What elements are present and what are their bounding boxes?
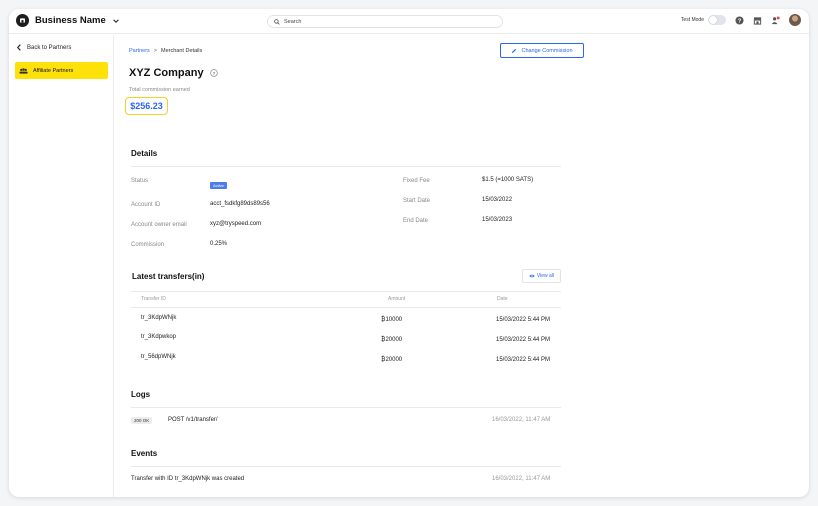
test-mode-toggle[interactable] <box>708 15 726 25</box>
help-icon[interactable]: ? <box>735 15 744 25</box>
business-switcher[interactable]: Business Name <box>16 14 120 27</box>
divider <box>131 166 561 167</box>
main-content: Partners > Merchant Details Change Commi… <box>114 35 809 497</box>
change-commission-button[interactable]: Change Commission <box>500 43 584 58</box>
logs-title: Logs <box>131 390 151 399</box>
amount-cell: ₿20000 <box>381 337 403 343</box>
end-date-label: End Date <box>403 218 429 224</box>
back-label: Back to Partners <box>27 44 72 51</box>
divider <box>131 307 561 308</box>
details-title: Details <box>131 149 158 158</box>
transfers-title: Latest transfers(in) <box>132 272 205 281</box>
column-header-amount: Amount <box>388 296 406 302</box>
status-badge: Active <box>210 182 227 189</box>
status-label: Status <box>131 178 149 184</box>
search-box[interactable] <box>267 15 503 28</box>
sidebar: Back to Partners Affiliate Partners <box>9 35 114 497</box>
account-id-label: Account ID <box>131 202 161 208</box>
top-bar: Business Name Test Mode ? <box>9 9 809 34</box>
event-time: 16/03/2022, 11:47 AM <box>492 476 551 482</box>
company-name: XYZ Company <box>129 67 204 79</box>
transfer-id-cell[interactable]: tr_3Kdpwkop <box>141 334 176 340</box>
amount-cell: ₿20000 <box>381 357 403 363</box>
help-circle-icon[interactable]: ? <box>209 69 218 77</box>
users-notification-icon[interactable] <box>771 16 780 25</box>
divider <box>131 466 561 467</box>
account-email-label: Account owner email <box>131 222 187 228</box>
date-cell: 15/03/2022 5:44 PM <box>496 317 551 323</box>
user-avatar[interactable] <box>789 14 801 26</box>
divider <box>131 407 561 408</box>
total-commission-label: Total commission earned <box>129 87 190 93</box>
group-icon <box>19 67 28 74</box>
store-icon[interactable] <box>753 16 762 25</box>
view-all-button[interactable]: View all <box>522 269 561 283</box>
business-logo-icon <box>16 14 29 27</box>
end-date-value: 15/03/2023 <box>482 217 513 223</box>
event-text[interactable]: Transfer with ID tr_3KdpWNjk was created <box>131 476 244 482</box>
pencil-icon <box>512 48 517 53</box>
fixed-fee-label: Fixed Fee <box>403 178 430 184</box>
breadcrumb-separator-icon: > <box>153 48 158 54</box>
change-commission-label: Change Commission <box>521 47 573 54</box>
commission-label: Commission <box>131 242 165 248</box>
chevron-left-icon <box>16 44 21 51</box>
account-email-value: xyz@tryspeed.com <box>210 221 262 227</box>
page-title: XYZ Company ? <box>129 67 218 79</box>
start-date-label: Start Date <box>403 198 431 204</box>
column-header-date: Date <box>497 296 508 302</box>
sidebar-item-affiliate-partners[interactable]: Affiliate Partners <box>15 62 108 79</box>
back-to-partners-link[interactable]: Back to Partners <box>16 44 71 51</box>
svg-text:?: ? <box>738 18 742 24</box>
business-name: Business Name <box>35 15 106 26</box>
breadcrumb: Partners > Merchant Details <box>129 48 202 54</box>
date-cell: 15/03/2022 5:44 PM <box>496 357 551 363</box>
column-header-transfer-id: Transfer ID <box>141 296 166 302</box>
amount-cell: ₿10000 <box>381 317 403 323</box>
log-request[interactable]: POST /v1/transfer/ <box>168 417 218 423</box>
status-code-badge: 200 OK <box>131 417 153 424</box>
chevron-down-icon <box>112 18 119 23</box>
sidebar-item-label: Affiliate Partners <box>33 67 74 74</box>
search-input[interactable] <box>284 18 484 25</box>
search-icon <box>274 18 280 25</box>
log-time: 16/03/2022, 11:47 AM <box>492 417 551 423</box>
app-window: Business Name Test Mode ? Back to Pa <box>9 9 809 497</box>
transfer-id-cell[interactable]: tr_3KdpWNjk <box>141 315 176 321</box>
account-id-value: acct_fsdkfg89ds89s56 <box>210 201 270 207</box>
divider <box>131 291 561 292</box>
eye-icon <box>529 274 535 278</box>
svg-text:?: ? <box>212 71 215 77</box>
topbar-actions: Test Mode ? <box>681 14 801 26</box>
fixed-fee-value: $1.5 (=1000 SATS) <box>482 177 534 183</box>
transfer-id-cell[interactable]: tr_56dpWNjk <box>141 354 176 360</box>
events-title: Events <box>131 449 158 458</box>
start-date-value: 15/03/2022 <box>482 197 513 203</box>
total-commission-amount: $256.23 <box>125 97 168 115</box>
view-all-label: View all <box>536 273 555 279</box>
test-mode-label: Test Mode <box>680 17 704 23</box>
date-cell: 15/03/2022 5:44 PM <box>496 337 551 343</box>
commission-value: 0.25% <box>210 241 228 247</box>
breadcrumb-partners-link[interactable]: Partners <box>129 48 150 54</box>
breadcrumb-current: Merchant Details <box>161 48 203 54</box>
